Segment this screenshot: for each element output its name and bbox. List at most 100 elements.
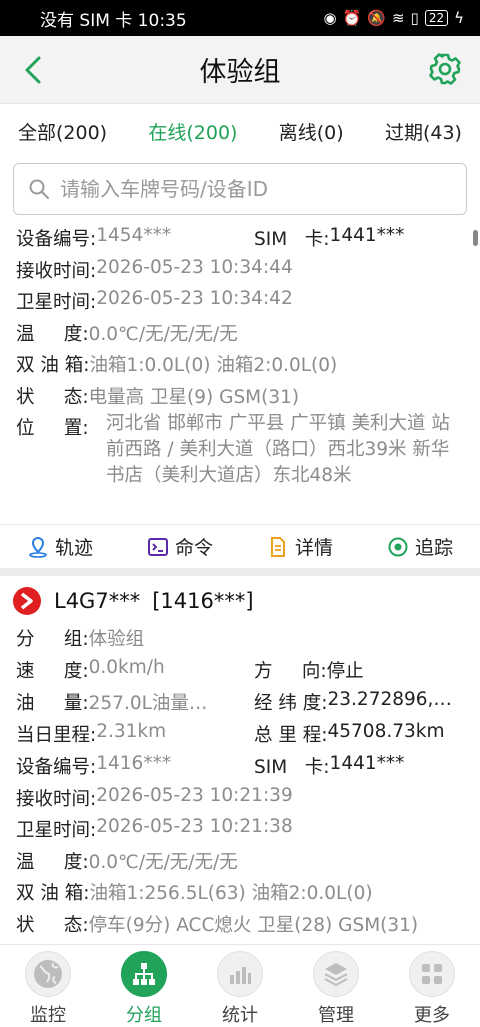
card2-title[interactable]: L4G7*** [1416***]	[12, 586, 254, 616]
recv-value: 2026-05-23 10:21:39	[96, 785, 293, 806]
trace-button[interactable]: 追踪	[387, 533, 453, 560]
title-bar: 体验组	[0, 36, 480, 104]
device-no-label: 设备编号:	[16, 757, 97, 778]
gear-icon[interactable]	[428, 52, 462, 86]
oil2-value: 油箱1:256.5L(63) 油箱2:0.0L(0)	[89, 883, 373, 904]
bottom-nav: 监控 分组 统计 管理 更多	[0, 944, 480, 1027]
bell-off-icon: 🔕	[367, 9, 386, 27]
card1-recv-row: 接收时间: 2026-05-23 10:34:44	[16, 257, 293, 283]
alarm-off-icon: ⏰	[342, 9, 362, 27]
dir-label: 方 向:	[254, 661, 327, 682]
target-icon	[388, 537, 408, 556]
status-icons: ◉ ⏰ 🔕 ≋ ▯ 22 ϟ	[324, 9, 465, 27]
page-title: 体验组	[199, 57, 281, 88]
status-bar: 没有 SIM 卡 10:35 ◉ ⏰ 🔕 ≋ ▯ 22 ϟ	[0, 0, 480, 36]
card2-recv-row: 接收时间: 2026-05-23 10:21:39	[16, 785, 293, 811]
card2-device-row: 设备编号: 1416***	[16, 753, 171, 779]
tab-online[interactable]: 在线(200)	[148, 118, 237, 145]
sat-value: 2026-05-23 10:21:38	[96, 816, 293, 837]
card2-sim-row: SIM 卡: 1441***	[254, 753, 404, 779]
tab-all[interactable]: 全部(200)	[18, 118, 107, 145]
dir-value: 停止	[326, 661, 364, 682]
globe-icon	[34, 960, 62, 988]
track-label: 轨迹	[54, 537, 93, 559]
card1-pos-row: 位 置:	[16, 414, 89, 440]
group-value: 体验组	[88, 629, 145, 650]
card1-device-row: 设备编号: 1454***	[16, 225, 171, 251]
bar-chart-icon	[230, 967, 251, 984]
card2-oil-row: 油 量: 257.0L油量…	[16, 689, 207, 715]
eye-icon: ◉	[323, 9, 337, 27]
oil-value: 油箱1:0.0L(0) 油箱2:0.0L(0)	[89, 355, 338, 376]
device-no-value: 1454***	[96, 225, 172, 246]
charging-icon: ϟ	[454, 9, 464, 27]
pos-value: 河北省 邯郸市 广平县 广平镇 美利大道 站前西路 / 美利大道（路口）西北39…	[106, 413, 450, 486]
nav-label: 监控	[30, 1005, 66, 1026]
trace-label: 追踪	[414, 537, 453, 559]
recv-label: 接收时间:	[16, 261, 97, 282]
nav-label: 管理	[318, 1005, 354, 1026]
vehicle-list[interactable]: 设备编号: 1454*** SIM 卡: 1441*** 接收时间: 2026-…	[0, 222, 480, 944]
filter-tabs: 全部(200) 在线(200) 离线(0) 过期(43)	[0, 104, 480, 158]
back-arrow-icon[interactable]	[18, 54, 50, 86]
card2-lnglat-row: 经 纬 度: 23.272896,…	[254, 689, 452, 715]
card2-day-row: 当日里程: 2.31km	[16, 721, 166, 747]
search-icon	[29, 179, 49, 199]
total-mileage-value: 45708.73km	[327, 721, 445, 742]
card2-oil2-row: 双 油 箱: 油箱1:256.5L(63) 油箱2:0.0L(0)	[16, 879, 373, 905]
temp-label: 温 度:	[16, 324, 89, 345]
wifi-icon: ≋	[391, 9, 405, 27]
temp-label: 温 度:	[16, 852, 89, 873]
track-button[interactable]: 轨迹	[27, 533, 93, 560]
oil2-label: 双 油 箱:	[16, 883, 90, 904]
card1-actions: 轨迹 命令 详情 追踪	[0, 524, 480, 568]
card2-group-row: 分 组: 体验组	[16, 625, 144, 651]
search-box	[13, 163, 467, 215]
card1-temp-row: 温 度: 0.0℃/无/无/无/无	[16, 320, 238, 346]
temp-value: 0.0℃/无/无/无/无	[88, 852, 238, 873]
speed-label: 速 度:	[16, 661, 89, 682]
device-no-label: 设备编号:	[16, 229, 97, 250]
grid-icon	[422, 964, 442, 984]
vehicle-plate: L4G7***	[54, 589, 141, 613]
nav-monitor[interactable]: 监控	[8, 951, 88, 1027]
recv-value: 2026-05-23 10:34:44	[96, 257, 293, 278]
tab-offline[interactable]: 离线(0)	[279, 118, 344, 145]
org-chart-icon	[133, 963, 155, 985]
direction-arrow-icon	[13, 587, 41, 615]
state-label: 状 态:	[16, 915, 89, 936]
group-label: 分 组:	[16, 629, 89, 650]
nav-manage[interactable]: 管理	[296, 951, 376, 1027]
state-value: 电量高 卫星(9) GSM(31)	[88, 387, 300, 408]
tab-expired[interactable]: 过期(43)	[385, 118, 462, 145]
card1-sim-row: SIM 卡: 1441***	[254, 225, 404, 251]
status-carrier-time: 没有 SIM 卡 10:35	[40, 10, 187, 31]
sat-label: 卫星时间:	[16, 292, 97, 313]
nav-stats[interactable]: 统计	[200, 951, 280, 1027]
nav-label: 统计	[222, 1005, 258, 1026]
card-divider	[0, 568, 480, 576]
card2-state-row: 状 态: 停车(9分) ACC熄火 卫星(28) GSM(31)	[16, 911, 418, 937]
command-button[interactable]: 命令	[147, 533, 213, 560]
nav-label: 更多	[414, 1005, 450, 1026]
oil-label: 双 油 箱:	[16, 355, 90, 376]
detail-label: 详情	[294, 537, 333, 559]
alert-icon: ▯	[410, 9, 419, 27]
temp-value: 0.0℃/无/无/无/无	[88, 324, 238, 345]
sim-label: SIM 卡:	[254, 229, 330, 250]
nav-more[interactable]: 更多	[392, 951, 472, 1027]
lnglat-label: 经 纬 度:	[254, 693, 328, 714]
layers-icon	[324, 963, 348, 987]
card2-total-row: 总 里 程: 45708.73km	[254, 721, 445, 747]
nav-group[interactable]: 分组	[104, 951, 184, 1027]
oil-label: 油 量:	[16, 693, 89, 714]
card2-dir-row: 方 向: 停止	[254, 657, 364, 683]
card1-state-row: 状 态: 电量高 卫星(9) GSM(31)	[16, 383, 299, 409]
detail-button[interactable]: 详情	[267, 533, 333, 560]
search-input[interactable]	[60, 177, 466, 201]
nav-label: 分组	[126, 1005, 162, 1026]
vehicle-device: [1416***]	[152, 589, 254, 613]
lnglat-value: 23.272896,…	[327, 689, 452, 710]
oil-value: 257.0L油量…	[88, 693, 208, 714]
scrollbar[interactable]	[473, 230, 478, 246]
